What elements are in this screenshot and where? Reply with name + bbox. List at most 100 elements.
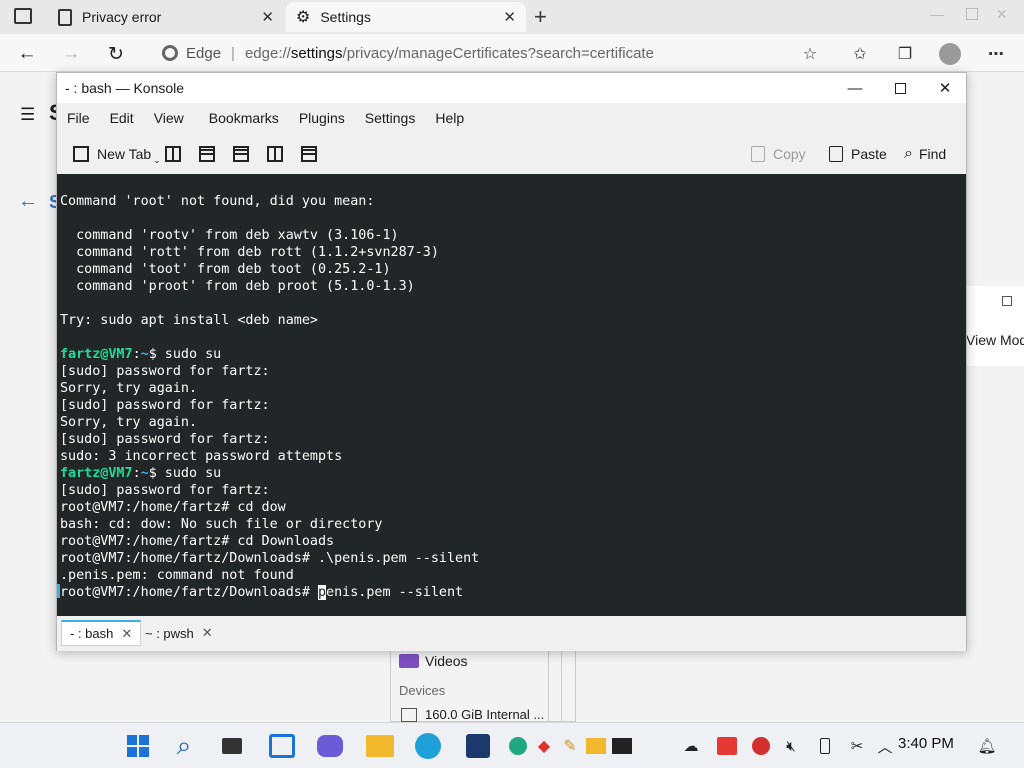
collections-icon[interactable]: ❐ (893, 42, 917, 66)
prompt-colon: : (132, 466, 141, 481)
menu-view[interactable]: View (144, 110, 199, 126)
more-options-icon[interactable]: ⋯ (984, 42, 1008, 66)
close-icon[interactable]: ✕ (261, 8, 274, 26)
copy-label: Copy (773, 146, 806, 162)
widgets-icon[interactable] (268, 732, 296, 760)
snip-icon[interactable]: ✂ (846, 735, 868, 757)
file-explorer-icon[interactable] (366, 732, 394, 760)
volume-muted-icon[interactable]: 🔇︎ (780, 735, 802, 757)
terminal-current-line: root@VM7:/home/fartz/Downloads# penis.pe… (57, 584, 966, 601)
view-mode-label[interactable]: View Mod (966, 332, 1024, 348)
favorites-icon[interactable]: ✩ (848, 42, 872, 66)
chevron-up-icon[interactable]: ︿ (876, 735, 894, 757)
terminal-line: Try: sudo apt install <deb name> (60, 313, 318, 328)
clock[interactable]: 3:40 PM (898, 735, 954, 752)
split-horizontal-icon (301, 146, 317, 162)
new-tab-button[interactable]: New Tab ⌄ (73, 141, 161, 167)
chat-icon[interactable] (316, 732, 344, 760)
browser-brand: Edge (186, 44, 222, 62)
prompt-command: sudo su (156, 347, 222, 362)
back-arrow-icon[interactable]: ← (18, 190, 38, 213)
copy-icon (751, 146, 765, 162)
address-bar[interactable]: Edge | edge://settings/privacy/manageCer… (148, 38, 828, 68)
session-tab-bash[interactable]: - : bash ✕ (61, 620, 142, 646)
edge-dev-icon[interactable] (504, 732, 532, 760)
window-title: - : bash — Konsole (65, 80, 185, 96)
terminal-output[interactable]: Command 'root' not found, did you mean: … (57, 174, 966, 616)
restore-icon[interactable] (966, 8, 978, 20)
window-title-bar[interactable]: - : bash — Konsole — ✕ (57, 73, 966, 103)
sidebar-toggle-icon[interactable] (14, 8, 32, 24)
close-icon[interactable]: ✕ (121, 626, 132, 642)
menu-plugins[interactable]: Plugins (289, 110, 355, 126)
battery-icon[interactable] (814, 735, 836, 757)
browser-tab-settings[interactable]: ⚙ Settings ✕ (286, 2, 526, 32)
minimize-button[interactable]: — (832, 73, 878, 103)
places-item-drive[interactable]: 160.0 GiB Internal ... (401, 707, 544, 722)
browser-tab-bar: Privacy error ✕ ⚙ Settings ✕ + — ✕ (0, 0, 1024, 34)
anydesk-icon[interactable] (716, 735, 738, 757)
close-icon[interactable]: ✕ (503, 8, 516, 26)
places-item-videos[interactable]: Videos (399, 653, 468, 669)
close-icon[interactable]: ✕ (202, 625, 213, 641)
start-icon[interactable] (124, 732, 152, 760)
git-icon[interactable]: ◆ (530, 732, 558, 760)
profile-avatar[interactable] (938, 42, 962, 66)
paint-icon[interactable]: ✎ (556, 732, 584, 760)
prompt-command: sudo su (156, 466, 222, 481)
url-host: settings (290, 44, 343, 62)
terminal-icon[interactable] (608, 732, 636, 760)
split-horizontal-icon (233, 146, 249, 162)
add-favorite-icon[interactable]: ☆ (798, 42, 822, 66)
task-view-icon[interactable] (218, 732, 246, 760)
split-view-button[interactable] (301, 141, 317, 167)
visual-studio-icon[interactable] (464, 732, 492, 760)
menu-help[interactable]: Help (425, 110, 474, 126)
search-icon[interactable]: ⌕ (170, 730, 198, 760)
new-tab-label: New Tab (97, 146, 152, 162)
terminal-line: command 'rott' from deb rott (1.1.2+svn2… (60, 245, 439, 260)
menu-settings[interactable]: Settings (355, 110, 426, 126)
close-icon[interactable]: ✕ (996, 6, 1008, 23)
maximize-button[interactable] (877, 73, 923, 103)
terminal-line: Sorry, try again. (60, 415, 198, 430)
notifications-icon[interactable]: 🔔︎ (976, 735, 998, 757)
url-path: /privacy/manageCertificates?search=certi… (342, 44, 654, 62)
minimize-icon[interactable]: — (930, 6, 944, 22)
refresh-button[interactable]: ↻ (103, 41, 129, 67)
back-button[interactable]: ← (14, 41, 40, 67)
terminal-line: [sudo] password for fartz: (60, 364, 270, 379)
folder-icon[interactable] (582, 732, 610, 760)
session-tab-pwsh[interactable]: ~ : pwsh ✕ (137, 620, 221, 646)
find-button[interactable]: ⌕ Find (904, 141, 946, 167)
split-view-button[interactable] (199, 141, 215, 167)
menu-file[interactable]: File (57, 110, 100, 126)
browser-tab-privacy-error[interactable]: Privacy error ✕ (48, 2, 284, 32)
document-icon (58, 8, 72, 26)
konsole-window: - : bash — Konsole — ✕ File Edit View Bo… (56, 72, 967, 651)
maximize-icon[interactable] (1002, 296, 1012, 306)
session-tab-label: ~ : pwsh (145, 625, 194, 641)
session-tab-label: - : bash (70, 626, 114, 641)
paste-button[interactable]: Paste (829, 141, 887, 167)
terminal-line: root@VM7:/home/fartz# cd dow (60, 500, 286, 515)
places-item-label: Videos (425, 653, 468, 669)
update-icon[interactable] (750, 735, 772, 757)
menu-bookmarks[interactable]: Bookmarks (199, 110, 289, 126)
terminal-line: [sudo] password for fartz: (60, 483, 270, 498)
menu-icon[interactable]: ☰ (20, 105, 35, 125)
cloud-sync-icon[interactable]: ☁ (680, 735, 702, 757)
split-view-button[interactable] (267, 141, 283, 167)
taskbar: ⌕ ◆ ✎ ☁ 🔇︎ ✂ ︿ 3:40 PM 🔔︎ (0, 722, 1024, 768)
split-view-button[interactable] (165, 141, 181, 167)
prompt-user: fartz@VM7 (60, 347, 133, 362)
split-view-button[interactable] (233, 141, 249, 167)
edge-icon[interactable] (414, 732, 442, 760)
split-vertical-icon (267, 146, 283, 162)
new-tab-button[interactable]: + (534, 4, 547, 30)
copy-button[interactable]: Copy (751, 141, 806, 167)
close-button[interactable]: ✕ (922, 73, 968, 103)
menu-edit[interactable]: Edit (100, 110, 144, 126)
forward-button[interactable]: → (58, 41, 84, 67)
